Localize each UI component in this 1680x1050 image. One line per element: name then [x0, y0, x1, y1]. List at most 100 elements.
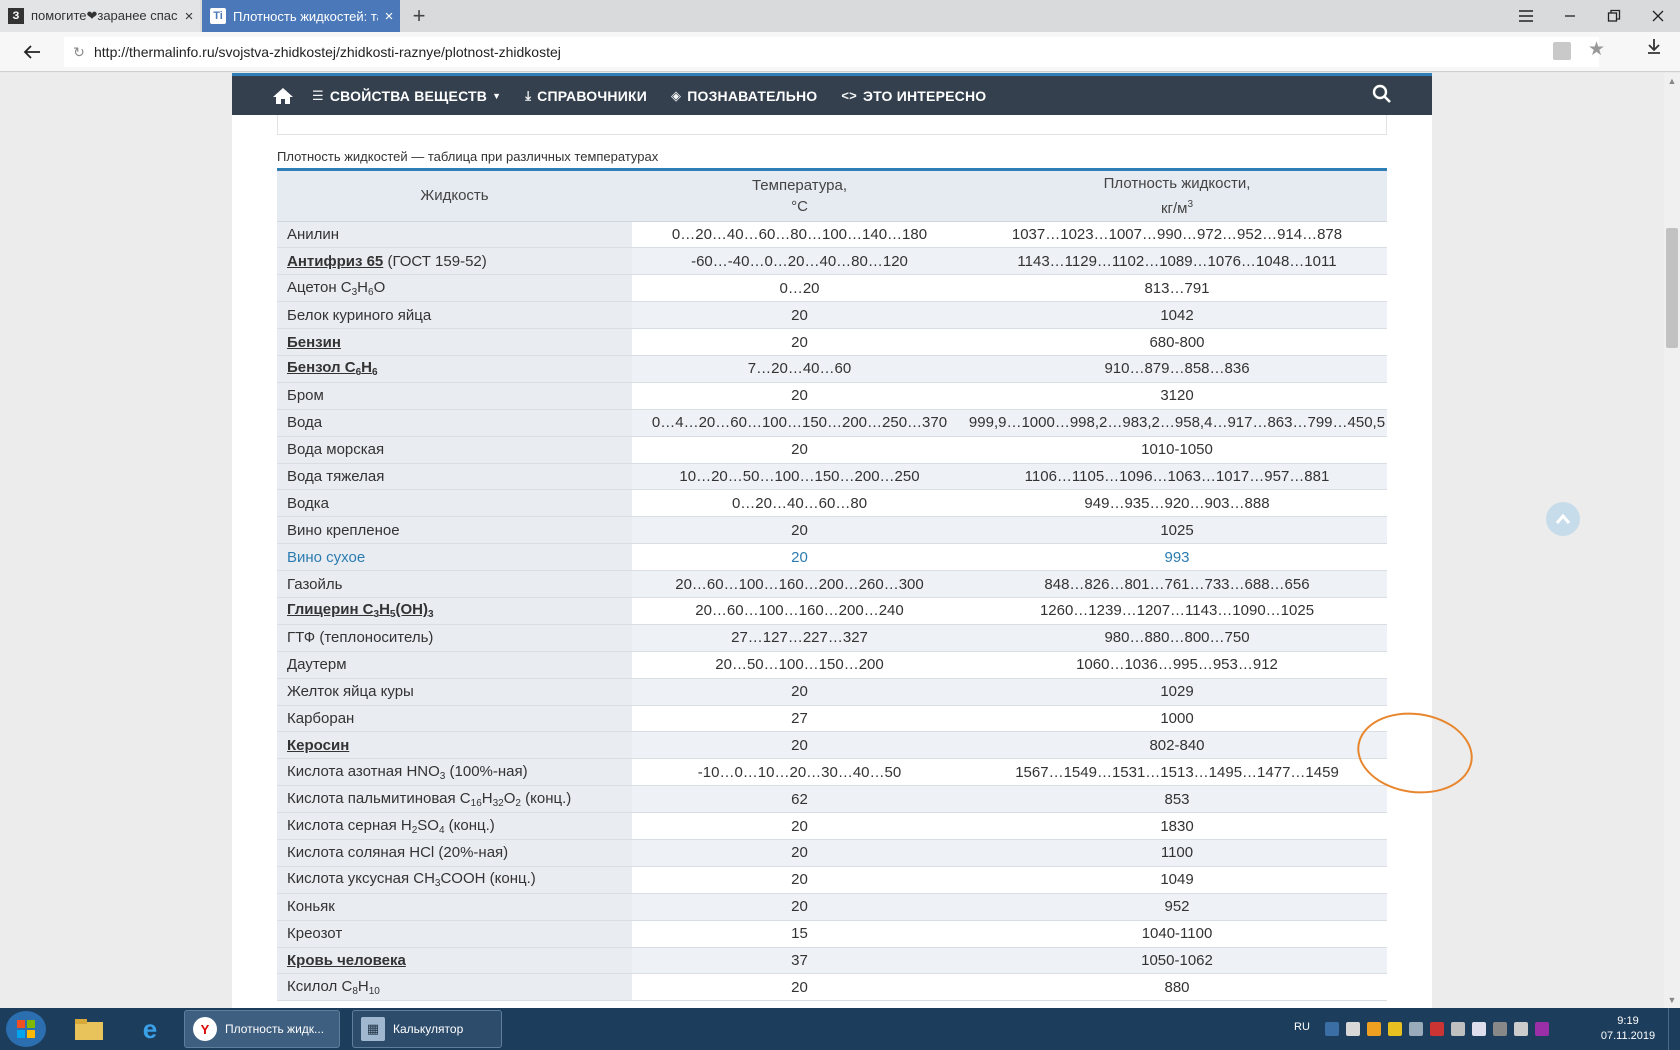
table-row-hovered[interactable]: Вино сухое 20 993 — [277, 543, 1387, 572]
tray-app-icon[interactable] — [1388, 1022, 1402, 1036]
table-row: Желток яйца куры 20 1029 — [277, 678, 1387, 706]
liquid-name: Глицерин C3H5(OH)3 — [277, 597, 632, 625]
nav-item-educational[interactable]: ◈ ПОЗНАВАТЕЛЬНО — [671, 88, 817, 104]
temperature-cell: 0…20…40…60…80 — [632, 489, 967, 518]
scrollbar-thumb[interactable] — [1666, 228, 1678, 348]
density-cell: 1029 — [967, 678, 1387, 706]
bookmark-star-icon[interactable]: ★ — [1588, 38, 1605, 61]
download-icon: ⤓ — [525, 87, 532, 103]
volume-muted-icon[interactable] — [1493, 1022, 1507, 1036]
page-viewport: ☰ СВОЙСТВА ВЕЩЕСТВ ▼ ⤓ СПРАВОЧНИКИ ◈ ПОЗ… — [0, 73, 1664, 1008]
liquid-link[interactable]: Керосин — [287, 737, 349, 754]
show-desktop-button[interactable] — [1668, 1008, 1680, 1050]
download-icon[interactable] — [1647, 38, 1661, 59]
density-cell: 999,9…1000…998,2…983,2…958,4…917…863…799… — [967, 409, 1387, 437]
close-window-button[interactable] — [1636, 0, 1680, 32]
liquid-link[interactable]: Глицерин C3H5(OH)3 — [287, 601, 434, 620]
tab-title: помогите❤заранее спасибо — [31, 8, 200, 23]
scroll-to-top-button[interactable] — [1546, 502, 1580, 536]
url-field[interactable]: ↻ http://thermalinfo.ru/svojstva-zhidkos… — [64, 37, 1599, 67]
clock[interactable]: 9:19 07.11.2019 — [1598, 1014, 1658, 1044]
start-button[interactable] — [6, 1011, 46, 1047]
liquid-link[interactable]: Антифриз 65 — [287, 253, 383, 270]
browser-tab-inactive[interactable]: З помогите❤заранее спасибо × — [0, 0, 200, 32]
tray-app-icon[interactable] — [1409, 1022, 1423, 1036]
network-icon[interactable] — [1472, 1022, 1486, 1036]
tray-app-icon[interactable] — [1430, 1022, 1444, 1036]
liquid-name: Ксилол C8H10 — [277, 973, 632, 1002]
column-header-density: Плотность жидкости, кг/м3 — [967, 171, 1387, 222]
density-cell: 880 — [967, 973, 1387, 1002]
reload-icon[interactable]: ↻ — [64, 44, 94, 61]
density-cell: 1050-1062 — [967, 947, 1387, 975]
scroll-up-icon[interactable]: ▲ — [1664, 73, 1680, 89]
temperature-cell: 15 — [632, 920, 967, 948]
density-cell: 993 — [967, 543, 1387, 572]
density-cell: 980…880…800…750 — [967, 624, 1387, 652]
table-row: Вода морская 20 1010-1050 — [277, 436, 1387, 464]
windows-taskbar: e Y Плотность жидк... ▦ Калькулятор RU 9… — [0, 1008, 1680, 1050]
scroll-down-icon[interactable]: ▼ — [1664, 992, 1680, 1008]
taskbar-button-browser[interactable]: Y Плотность жидк... — [184, 1010, 340, 1048]
temperature-cell: 37 — [632, 947, 967, 975]
nav-label: ЭТО ИНТЕРЕСНО — [862, 87, 987, 104]
tray-app-icon[interactable] — [1367, 1022, 1381, 1036]
table-row: Кровь человека 37 1050-1062 — [277, 947, 1387, 975]
nav-item-properties[interactable]: ☰ СВОЙСТВА ВЕЩЕСТВ ▼ — [312, 88, 501, 104]
onenote-icon[interactable] — [1535, 1022, 1549, 1036]
table-row: Ксилол C8H10 20 880 — [277, 973, 1387, 1002]
table-row: Бензол C6H6 7…20…40…60 910…879…858…836 — [277, 355, 1387, 383]
liquid-name: Керосин — [277, 731, 632, 760]
browser-tab-active[interactable]: Ti Плотность жидкостей: та × — [202, 0, 400, 32]
liquid-name: Желток яйца куры — [277, 678, 632, 706]
temperature-cell: 20…60…100…160…200…240 — [632, 597, 967, 625]
site-navbar: ☰ СВОЙСТВА ВЕЩЕСТВ ▼ ⤓ СПРАВОЧНИКИ ◈ ПОЗ… — [232, 73, 1432, 115]
temperature-cell: 0…20 — [632, 274, 967, 303]
close-tab-icon[interactable]: × — [178, 0, 200, 32]
reader-mode-icon[interactable] — [1553, 42, 1571, 60]
nav-item-interesting[interactable]: <> ЭТО ИНТЕРЕСНО — [841, 88, 986, 104]
tray-app-icon[interactable] — [1346, 1022, 1360, 1036]
liquid-name: Креозот — [277, 920, 632, 948]
previous-content-box — [277, 115, 1387, 135]
table-row: Коньяк 20 952 — [277, 893, 1387, 921]
thermalinfo-favicon-icon: Ti — [210, 8, 226, 24]
liquid-name: Анилин — [277, 221, 632, 249]
menu-icon[interactable] — [1504, 0, 1548, 32]
density-cell: 1143…1129…1102…1089…1076…1048…1011 — [967, 247, 1387, 276]
temperature-cell: 20 — [632, 973, 967, 1002]
liquid-link[interactable]: Бензин — [287, 334, 341, 351]
liquid-link[interactable]: Бензол C6H6 — [287, 359, 378, 378]
close-tab-icon[interactable]: × — [378, 0, 400, 32]
taskbar-button-calculator[interactable]: ▦ Калькулятор — [352, 1010, 502, 1048]
internet-explorer-icon[interactable]: e — [133, 1014, 167, 1044]
back-button[interactable] — [18, 38, 46, 66]
tray-app-icon[interactable] — [1325, 1022, 1339, 1036]
file-explorer-icon[interactable] — [72, 1014, 106, 1044]
tray-app-icon[interactable] — [1514, 1022, 1528, 1036]
new-tab-button[interactable]: + — [406, 3, 432, 29]
liquid-name: Кровь человека — [277, 947, 632, 975]
minimize-button[interactable] — [1548, 0, 1592, 32]
table-row: Белок куриного яйца 20 1042 — [277, 301, 1387, 330]
home-icon[interactable] — [272, 87, 298, 105]
search-icon[interactable] — [1372, 84, 1392, 109]
column-header-temperature: Температура, °С — [632, 171, 967, 222]
table-row: Вода 0…4…20…60…100…150…200…250…370 999,9… — [277, 409, 1387, 437]
table-header-row: Жидкость Температура, °С Плотность жидко… — [277, 171, 1387, 222]
temperature-cell: 7…20…40…60 — [632, 355, 967, 383]
liquid-link[interactable]: Кровь человека — [287, 952, 406, 969]
liquid-name: Кислота серная H2SO4 (конц.) — [277, 812, 632, 840]
tray-app-icon[interactable] — [1451, 1022, 1465, 1036]
page-scrollbar[interactable]: ▲ ▼ — [1664, 73, 1680, 1008]
temperature-cell: -60…-40…0…20…40…80…120 — [632, 247, 967, 276]
density-cell: 1042 — [967, 301, 1387, 330]
table-row: Кислота серная H2SO4 (конц.) 20 1830 — [277, 812, 1387, 840]
restore-button[interactable] — [1592, 0, 1636, 32]
liquid-name: Вода тяжелая — [277, 463, 632, 491]
liquid-name: Ацетон C3H6O — [277, 274, 632, 303]
temperature-cell: 10…20…50…100…150…200…250 — [632, 463, 967, 491]
language-indicator[interactable]: RU — [1294, 1021, 1310, 1033]
liquid-name: Антифриз 65 (ГОСТ 159-52) — [277, 247, 632, 276]
nav-item-references[interactable]: ⤓ СПРАВОЧНИКИ — [525, 88, 647, 104]
